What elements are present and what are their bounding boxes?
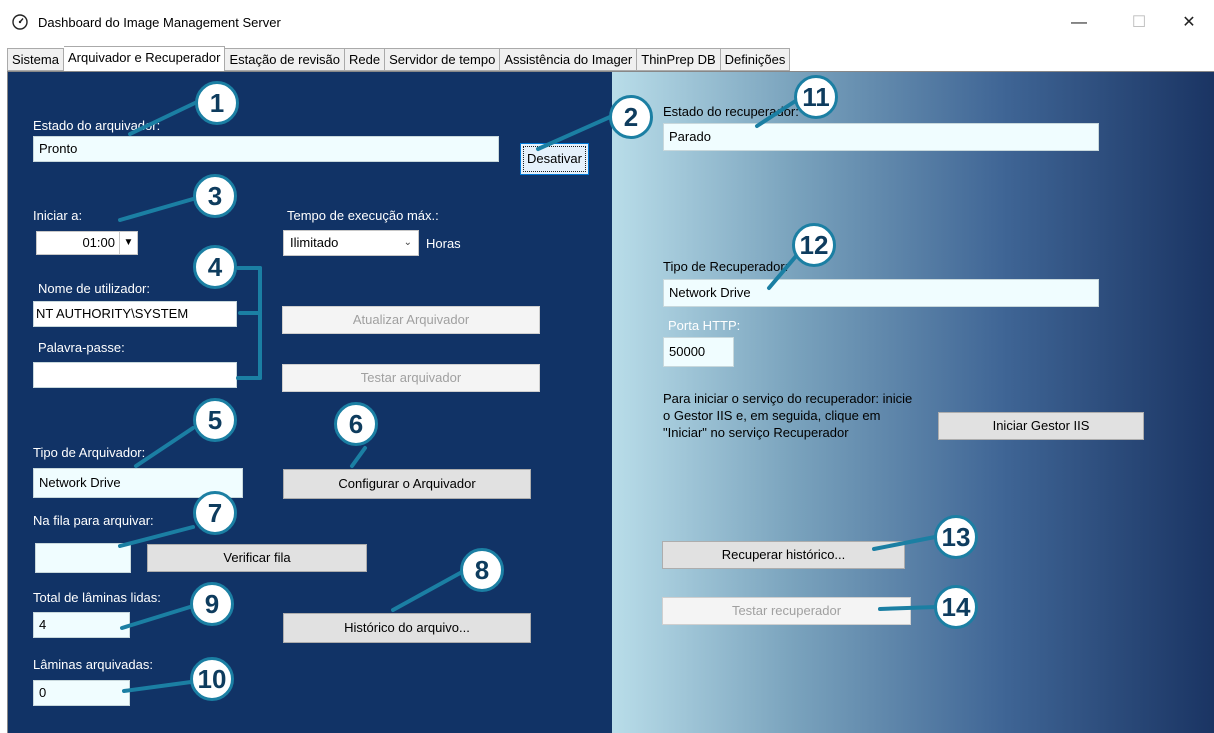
total-read-label: Total de lâminas lidas: — [33, 590, 161, 605]
total-read-field: 4 — [33, 612, 130, 638]
password-field[interactable] — [33, 362, 237, 388]
tab-arquivador-recuperador[interactable]: Arquivador e Recuperador — [63, 46, 226, 71]
username-label: Nome de utilizador: — [38, 281, 150, 296]
retriever-state-field: Parado — [663, 123, 1099, 151]
max-runtime-label: Tempo de execução máx.: — [287, 208, 439, 223]
tab-sistema[interactable]: Sistema — [7, 48, 64, 71]
tab-thinprep-db[interactable]: ThinPrep DB — [637, 48, 721, 71]
username-field[interactable]: NT AUTHORITY\SYSTEM — [33, 301, 237, 327]
tab-estacao-revisao[interactable]: Estação de revisão — [225, 48, 346, 71]
start-at-label: Iniciar a: — [33, 208, 83, 223]
gauge-icon — [12, 14, 28, 30]
title-bar: Dashboard do Image Management Server — ☐… — [0, 0, 1214, 44]
retrieve-history-button[interactable]: Recuperar histórico... — [662, 541, 905, 569]
tab-strip: Sistema Arquivador e Recuperador Estação… — [7, 46, 791, 71]
archiver-panel: Estado do arquivador: Pronto Desativar I… — [8, 72, 612, 733]
http-port-label: Porta HTTP: — [668, 318, 741, 333]
iis-instructions: Para iniciar o serviço do recuperador: i… — [663, 391, 913, 440]
archived-label: Lâminas arquivadas: — [33, 657, 153, 672]
max-runtime-value: Ilimitado — [290, 235, 339, 250]
tab-definicoes[interactable]: Definições — [720, 48, 791, 71]
chevron-down-icon[interactable]: ▼ — [119, 232, 137, 254]
queue-field — [35, 543, 131, 573]
test-archiver-button[interactable]: Testar arquivador — [282, 364, 540, 392]
minimize-button[interactable]: — — [1056, 8, 1102, 38]
window-title: Dashboard do Image Management Server — [38, 15, 281, 30]
http-port-field: 50000 — [663, 337, 734, 367]
start-time-picker[interactable]: 01:00 ▼ — [36, 231, 138, 255]
maximize-button[interactable]: ☐ — [1116, 8, 1162, 38]
archive-history-button[interactable]: Histórico do arquivo... — [283, 613, 531, 643]
archiver-type-label: Tipo de Arquivador: — [33, 445, 146, 460]
max-runtime-select[interactable]: Ilimitado ⌄ — [283, 230, 419, 256]
password-label: Palavra-passe: — [38, 340, 125, 355]
retriever-type-label: Tipo de Recuperador: — [663, 259, 789, 274]
tab-assistencia-imager[interactable]: Assistência do Imager — [500, 48, 638, 71]
start-iis-manager-button[interactable]: Iniciar Gestor IIS — [938, 412, 1144, 440]
check-queue-button[interactable]: Verificar fila — [147, 544, 367, 572]
start-time-value: 01:00 — [82, 235, 115, 250]
archiver-state-label: Estado do arquivador: — [33, 118, 161, 133]
deactivate-button[interactable]: Desativar — [520, 143, 589, 175]
test-retriever-button[interactable]: Testar recuperador — [662, 597, 911, 625]
tab-rede[interactable]: Rede — [345, 48, 386, 71]
retriever-panel: Estado do recuperador: Parado Tipo de Re… — [612, 72, 1214, 733]
retriever-state-label: Estado do recuperador: — [663, 104, 799, 119]
archiver-type-field: Network Drive — [33, 468, 243, 498]
update-archiver-button[interactable]: Atualizar Arquivador — [282, 306, 540, 334]
archiver-state-field: Pronto — [33, 136, 499, 162]
retriever-type-field: Network Drive — [663, 279, 1099, 307]
configure-archiver-button[interactable]: Configurar o Arquivador — [283, 469, 531, 499]
hours-label: Horas — [426, 236, 461, 251]
tab-content: Estado do arquivador: Pronto Desativar I… — [7, 71, 1214, 733]
archived-field: 0 — [33, 680, 130, 706]
chevron-down-icon: ⌄ — [403, 237, 412, 248]
queue-label: Na fila para arquivar: — [33, 513, 154, 528]
tab-servidor-tempo[interactable]: Servidor de tempo — [385, 48, 501, 71]
close-button[interactable]: ✕ — [1166, 8, 1212, 38]
